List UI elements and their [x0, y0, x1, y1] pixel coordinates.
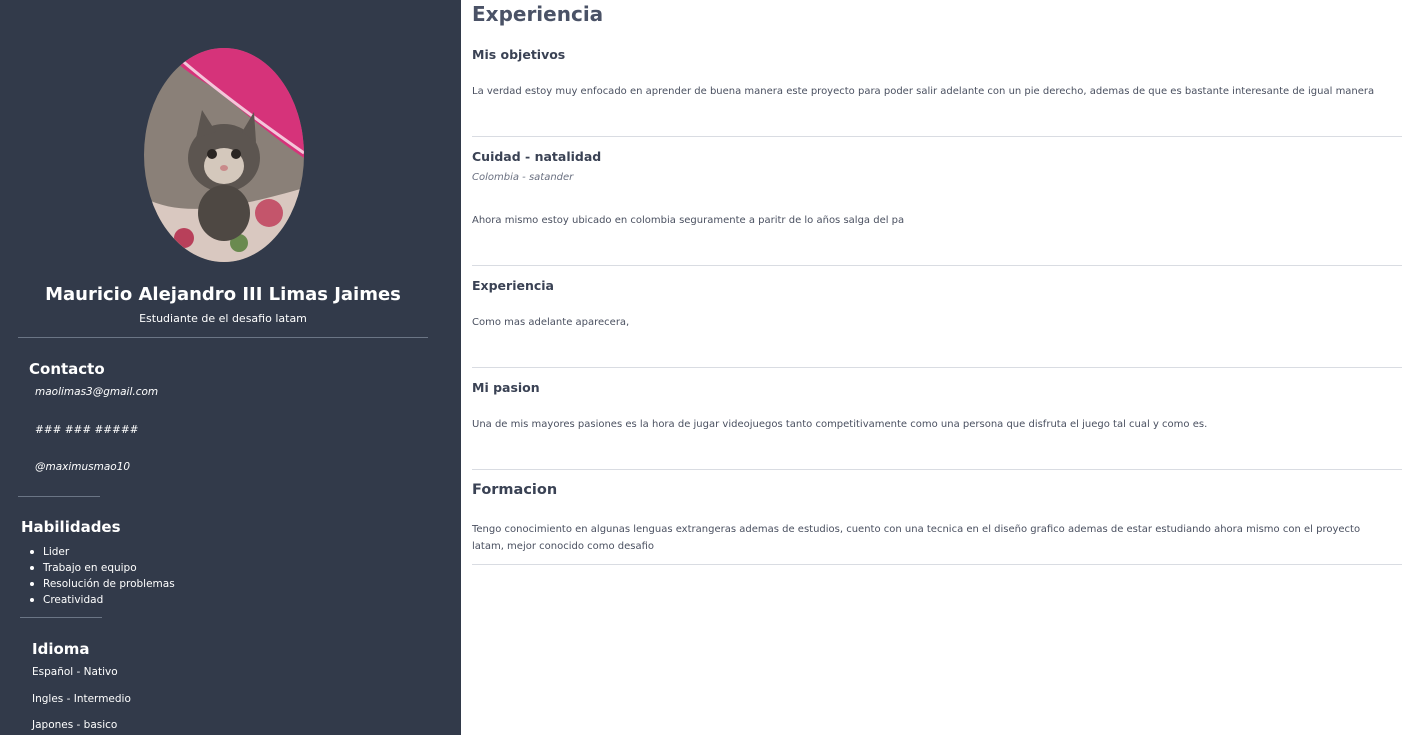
- section-title-formacion: Formacion: [472, 482, 558, 498]
- skill-item: Trabajo en equipo: [30, 560, 175, 576]
- section-subtitle-ciudad: Colombia - satander: [472, 172, 574, 183]
- contact-handle[interactable]: @maximusmao10: [35, 461, 130, 473]
- skill-item: Resolución de problemas: [30, 576, 175, 592]
- sidebar: Mauricio Alejandro III Limas Jaimes Estu…: [0, 0, 461, 735]
- divider: [20, 617, 102, 618]
- contact-heading: Contacto: [29, 360, 105, 378]
- main-content: Experiencia Mis objetivos La verdad esto…: [472, 0, 1402, 735]
- profile-name: Mauricio Alejandro III Limas Jaimes: [45, 284, 401, 305]
- contact-email[interactable]: maolimas3@gmail.com: [35, 386, 158, 398]
- section-text-experiencia: Como mas adelante aparecera,: [472, 317, 630, 328]
- skill-item: Lider: [30, 544, 175, 560]
- divider: [18, 337, 428, 338]
- section-title-experiencia: Experiencia: [472, 278, 554, 293]
- section-text-objetivos: La verdad estoy muy enfocado en aprender…: [472, 86, 1375, 97]
- section-title-ciudad: Cuidad - natalidad: [472, 149, 602, 164]
- section-divider: [472, 469, 1402, 470]
- skills-list: Lider Trabajo en equipo Resolución de pr…: [30, 544, 175, 608]
- avatar-photo: [144, 48, 304, 262]
- section-text-ciudad: Ahora mismo estoy ubicado en colombia se…: [472, 215, 905, 226]
- language-item: Japones - basico: [32, 719, 118, 731]
- languages-heading: Idioma: [32, 640, 90, 658]
- profile-role: Estudiante de el desafio latam: [139, 312, 307, 325]
- section-title-pasion: Mi pasion: [472, 380, 540, 395]
- section-divider: [472, 564, 1402, 565]
- divider: [18, 496, 100, 497]
- section-divider: [472, 265, 1402, 266]
- section-divider: [472, 367, 1402, 368]
- skill-item: Creatividad: [30, 592, 175, 608]
- language-item: Ingles - Intermedio: [32, 693, 131, 705]
- section-title-objetivos: Mis objetivos: [472, 47, 566, 62]
- section-divider: [472, 136, 1402, 137]
- section-text-formacion: Tengo conocimiento en algunas lenguas ex…: [472, 524, 1361, 552]
- page-title: Experiencia: [472, 2, 604, 26]
- section-text-pasion: Una de mis mayores pasiones es la hora d…: [472, 419, 1208, 430]
- language-item: Español - Nativo: [32, 666, 118, 678]
- skills-heading: Habilidades: [21, 518, 121, 536]
- avatar: [144, 48, 304, 262]
- contact-phone: ### ### #####: [35, 424, 139, 436]
